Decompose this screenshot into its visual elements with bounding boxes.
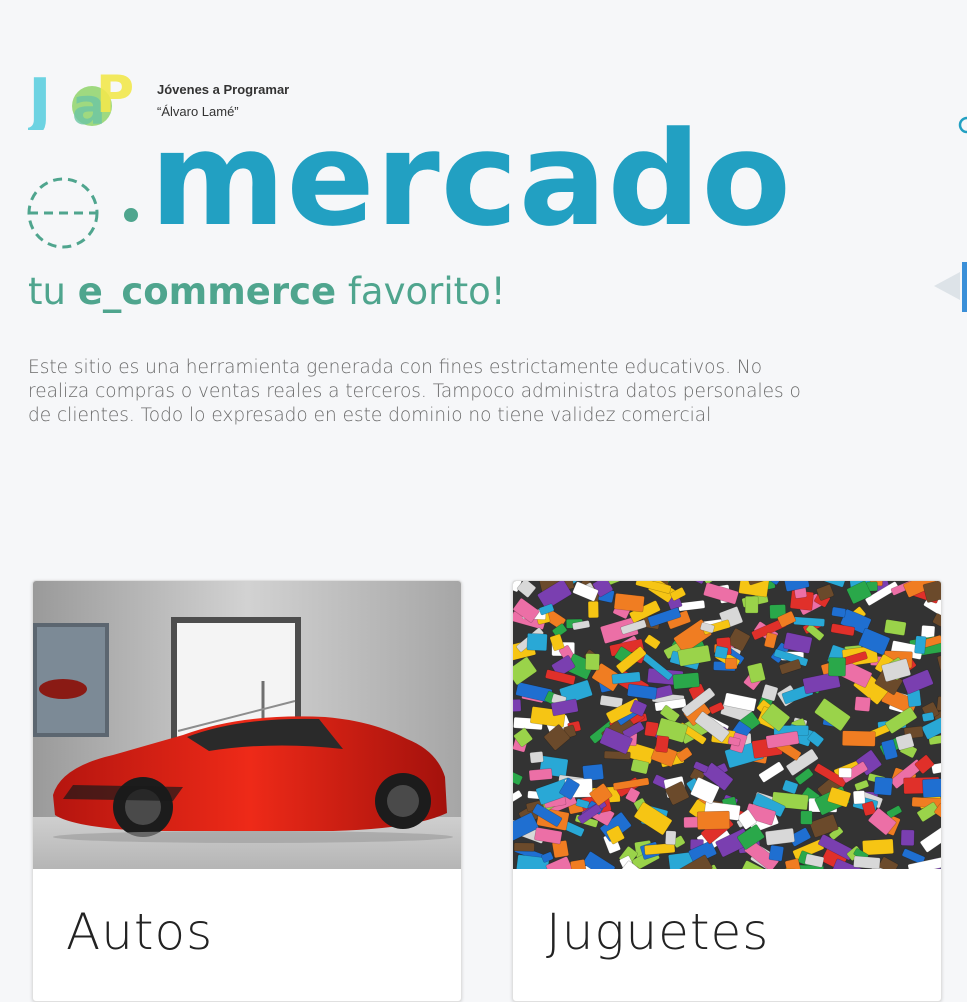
tagline-prefix: tu bbox=[28, 270, 78, 313]
tagline-suffix: favorito! bbox=[336, 270, 506, 313]
jap-logo[interactable]: J a P bbox=[24, 62, 143, 140]
lego-brick bbox=[862, 838, 894, 856]
tagline: tu e_commerce favorito! bbox=[28, 270, 506, 313]
lego-brick bbox=[853, 855, 881, 869]
lego-brick bbox=[852, 790, 866, 805]
lego-brick bbox=[528, 768, 553, 782]
lego-brick bbox=[831, 606, 847, 618]
lego-brick bbox=[714, 645, 729, 660]
svg-text:P: P bbox=[96, 65, 134, 125]
org-name: Jóvenes a Programar bbox=[157, 82, 290, 97]
lego-brick bbox=[841, 730, 876, 747]
lego-brick bbox=[744, 595, 759, 614]
svg-text:J: J bbox=[28, 66, 52, 130]
lego-brick bbox=[800, 810, 813, 825]
lego-brick bbox=[854, 696, 871, 712]
lego-brick bbox=[513, 698, 522, 713]
lego-brick bbox=[587, 600, 599, 619]
disclaimer-text: Este sitio es una herramienta generada c… bbox=[28, 357, 801, 426]
lego-brick bbox=[664, 830, 677, 846]
lego-brick bbox=[529, 751, 544, 764]
lego-brick bbox=[873, 776, 893, 796]
category-title-autos[interactable]: Autos bbox=[66, 903, 213, 961]
lego-brick bbox=[838, 767, 852, 778]
lego-brick bbox=[526, 633, 548, 652]
lego-brick bbox=[914, 635, 927, 655]
lego-brick bbox=[724, 657, 738, 670]
lego-brick bbox=[828, 657, 847, 677]
lego-brick bbox=[921, 711, 935, 722]
brand-wordmark: mercado bbox=[150, 114, 792, 244]
lego-brick bbox=[922, 778, 941, 798]
lego-brick bbox=[900, 829, 915, 847]
lego-brick bbox=[672, 672, 700, 690]
category-card-juguetes[interactable]: Juguetes bbox=[512, 580, 942, 1002]
search-icon[interactable] bbox=[956, 114, 967, 134]
lego-brick bbox=[884, 619, 907, 636]
lego-brick bbox=[513, 842, 535, 852]
category-title-juguetes[interactable]: Juguetes bbox=[546, 903, 769, 961]
carousel-arrow-icon[interactable] bbox=[930, 262, 967, 312]
brand-separator-dot bbox=[124, 208, 138, 222]
lego-brick bbox=[585, 653, 600, 671]
lego-brick bbox=[768, 844, 785, 862]
lego-brick bbox=[696, 810, 731, 830]
red-sports-car-photo bbox=[33, 581, 461, 869]
lego-brick bbox=[613, 593, 645, 613]
brand-word: mercado bbox=[150, 103, 792, 255]
tagline-strong: e_commerce bbox=[77, 270, 337, 313]
shopping-globe-icon bbox=[26, 176, 106, 256]
lego-brick bbox=[655, 735, 670, 753]
category-card-autos[interactable]: Autos bbox=[32, 580, 462, 1002]
lego-bricks-photo bbox=[513, 581, 941, 869]
